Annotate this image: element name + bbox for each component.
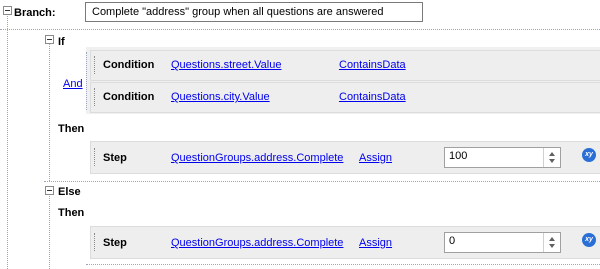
conjunction-bracket	[86, 52, 87, 110]
if-then-label: Then	[58, 123, 85, 135]
bottom-divider	[86, 264, 600, 265]
tree-line	[7, 14, 8, 269]
step-value: 0	[449, 235, 456, 247]
condition-type-label: Condition	[103, 91, 155, 103]
branch-collapse-button[interactable]	[3, 6, 12, 15]
condition-type-label: Condition	[103, 59, 155, 71]
step-target-link[interactable]: QuestionGroups.address.Complete	[171, 152, 343, 164]
else-then-label: Then	[58, 207, 85, 219]
drag-handle[interactable]	[94, 233, 98, 251]
xy-expression-icon[interactable]: xy	[582, 233, 596, 247]
branch-label: Branch:	[14, 7, 56, 19]
tree-line	[49, 43, 50, 181]
spinner-down-icon[interactable]	[549, 244, 555, 248]
condition-operator-link[interactable]: ContainsData	[339, 91, 406, 103]
branch-description-input[interactable]: Complete "address" group when all questi…	[85, 2, 423, 22]
step-value: 100	[449, 150, 468, 162]
spinner-down-icon[interactable]	[549, 159, 555, 163]
tree-line	[49, 194, 50, 269]
step-action-link[interactable]: Assign	[359, 237, 392, 249]
branch-header-divider	[0, 29, 600, 30]
drag-handle[interactable]	[94, 88, 98, 106]
else-collapse-button[interactable]	[45, 186, 54, 195]
step-row: Step QuestionGroups.address.Complete Ass…	[90, 141, 600, 174]
xy-expression-icon[interactable]: xy	[582, 148, 596, 162]
else-label: Else	[58, 186, 81, 198]
condition-field-link[interactable]: Questions.street.Value	[171, 59, 281, 71]
step-value-spinner[interactable]: 0	[444, 232, 561, 253]
condition-field-link[interactable]: Questions.city.Value	[171, 91, 270, 103]
if-collapse-button[interactable]	[45, 35, 54, 44]
drag-handle[interactable]	[94, 56, 98, 74]
if-label: If	[58, 36, 65, 48]
condition-row: Condition Questions.street.Value Contain…	[90, 50, 600, 81]
condition-operator-link[interactable]: ContainsData	[339, 59, 406, 71]
step-type-label: Step	[103, 152, 127, 164]
spinner-up-icon[interactable]	[549, 152, 555, 156]
conjunction-link[interactable]: And	[63, 78, 83, 90]
step-action-link[interactable]: Assign	[359, 152, 392, 164]
step-value-spinner[interactable]: 100	[444, 147, 561, 168]
spinner-up-icon[interactable]	[549, 237, 555, 241]
step-row: Step QuestionGroups.address.Complete Ass…	[90, 226, 600, 259]
step-type-label: Step	[103, 237, 127, 249]
condition-row: Condition Questions.city.Value ContainsD…	[90, 82, 600, 113]
drag-handle[interactable]	[94, 148, 98, 166]
else-divider	[44, 181, 600, 182]
step-target-link[interactable]: QuestionGroups.address.Complete	[171, 237, 343, 249]
